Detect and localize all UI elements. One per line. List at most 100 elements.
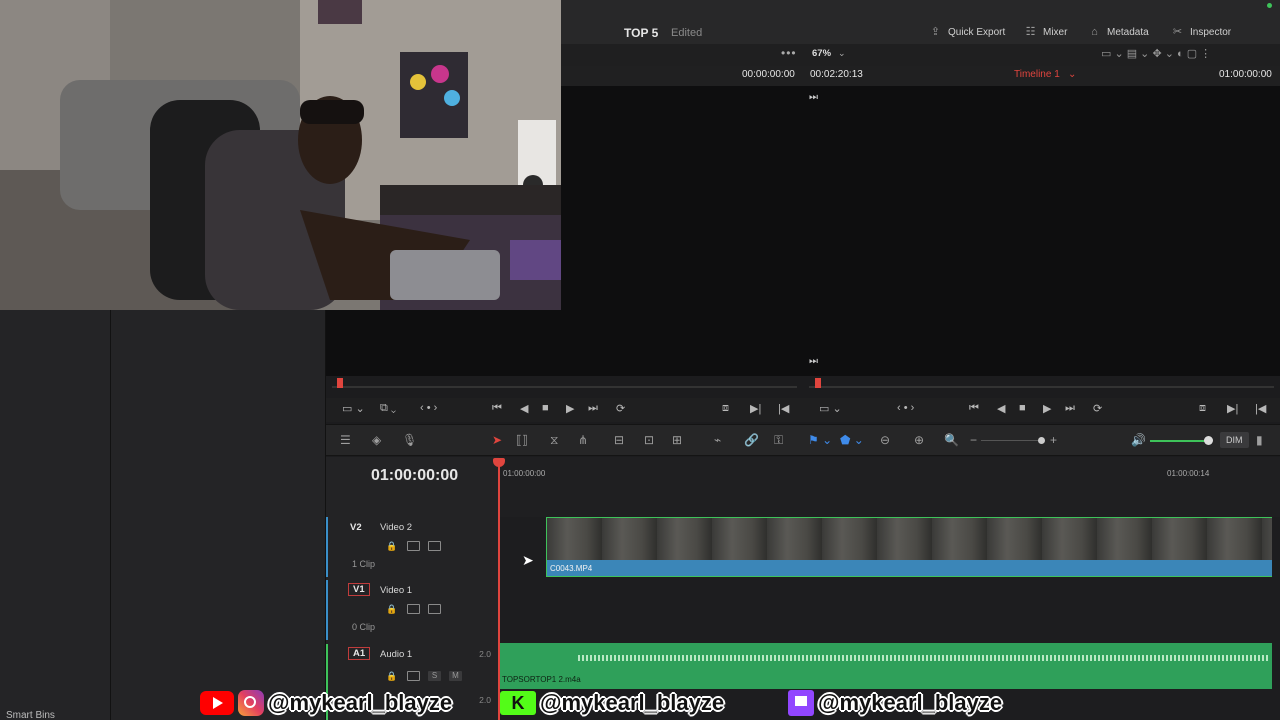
track-id[interactable]: A1 [348, 647, 371, 660]
rewind-icon[interactable]: ⏮ [969, 402, 979, 415]
insert-clip-icon[interactable]: ⊟ [614, 433, 624, 447]
instagram-icon [238, 690, 264, 716]
chevron-down-icon[interactable]: ⌄ [1068, 69, 1076, 80]
stop-icon[interactable]: ■ [1019, 402, 1026, 414]
match-frame-icon[interactable]: ⧉ ⌄ [380, 402, 396, 415]
auto-select-icon[interactable] [407, 671, 420, 681]
stop-icon[interactable]: ■ [542, 402, 549, 414]
audio-clip[interactable]: TOPSORTOP1 2.m4a [500, 643, 1272, 689]
zoom-slider-handle[interactable] [1038, 437, 1045, 444]
fast-forward-icon[interactable]: ⏭ [1065, 402, 1075, 415]
source-scrubber[interactable] [326, 376, 803, 398]
twitch-icon [788, 690, 814, 716]
play-icon[interactable]: ▶ [1043, 402, 1051, 415]
in-point-icon[interactable]: ⧈ [722, 402, 729, 415]
social-handle-text: @mykearl_blayze [268, 690, 453, 715]
viewer-mode-icon[interactable]: ▭ ⌄ [819, 402, 842, 415]
rewind-icon[interactable]: ⏮ [492, 402, 502, 415]
more-options-icon[interactable]: ••• [781, 46, 797, 60]
timeline-playhead[interactable] [498, 462, 500, 720]
track-name[interactable]: Audio 1 [380, 649, 412, 660]
timeline-timecode[interactable]: 01:00:00:00 [371, 467, 458, 485]
jog-icon[interactable]: ‹ • › [897, 402, 914, 414]
skip-to-end-icon[interactable]: ⏭ [809, 356, 818, 367]
scrub-playhead[interactable] [815, 378, 821, 388]
smart-bins-label[interactable]: Smart Bins [6, 710, 55, 720]
prev-edit-icon[interactable]: |◀ [1255, 402, 1266, 415]
blade-tool-icon[interactable]: ⋔ [578, 433, 588, 447]
mixer-button[interactable]: ☷ Mixer [1024, 26, 1068, 39]
zoom-detail-icon[interactable]: ⊕ [914, 433, 924, 447]
disable-track-icon[interactable] [428, 541, 441, 551]
volume-slider-track[interactable] [1150, 440, 1208, 442]
overwrite-clip-icon[interactable]: ⊡ [644, 433, 654, 447]
zoom-custom-icon[interactable]: 🔍 [944, 433, 959, 447]
zoom-out-icon[interactable]: − [970, 433, 977, 447]
lock-icon[interactable]: 🔒 [386, 604, 399, 614]
zoom-full-icon[interactable]: ⊖ [880, 433, 890, 447]
next-edit-icon[interactable]: ▶| [750, 402, 761, 415]
zoom-in-icon[interactable]: + [1050, 433, 1057, 447]
next-edit-icon[interactable]: ▶| [1227, 402, 1238, 415]
track-id[interactable]: V1 [348, 583, 370, 596]
snapping-icon[interactable]: ⌁ [714, 433, 721, 447]
track-header-v2[interactable]: V2 Video 2 🔒 1 Clip [326, 517, 499, 577]
viewer-layout-icon[interactable]: ▭ ⌄ ▤ ⌄ ✥ ⌄ ◐ ▢ ⋮ [1101, 47, 1211, 60]
loop-icon[interactable]: ⟳ [1093, 402, 1102, 415]
media-pool-panel[interactable] [111, 310, 326, 720]
play-icon[interactable]: ▶ [566, 402, 574, 415]
track-controls: 🔒 [386, 541, 441, 551]
timeline-ruler[interactable]: 01:00:00:00 01:00:00:14 [499, 457, 1280, 517]
microphone-icon[interactable]: 🎙 [402, 433, 417, 447]
disable-track-icon[interactable] [428, 604, 441, 614]
viewer-zoom-select[interactable]: 67% [812, 48, 831, 59]
mixer-label: Mixer [1043, 27, 1068, 38]
track-name[interactable]: Video 1 [380, 585, 412, 596]
track-header-v1[interactable]: V1 Video 1 🔒 0 Clip [326, 580, 499, 640]
auto-select-icon[interactable] [407, 604, 420, 614]
clip-name: C0043.MP4 [547, 560, 1272, 576]
skip-to-start-icon[interactable]: ⏭ [809, 92, 818, 103]
lock-icon[interactable]: ⚿ [774, 433, 783, 448]
dynamic-trim-icon[interactable]: ⧖ [550, 433, 558, 448]
timeline-scrubber[interactable] [803, 376, 1280, 398]
ruler-label-start: 01:00:00:00 [503, 469, 546, 478]
source-timecode: 00:00:00:00 [742, 69, 795, 80]
selection-tool-icon[interactable]: ➤ [492, 433, 502, 447]
solo-button[interactable]: S [428, 671, 441, 681]
quick-export-button[interactable]: ⇪ Quick Export [929, 26, 1005, 39]
step-back-icon[interactable]: ◀ [520, 402, 528, 415]
timeline-select[interactable]: Timeline 1 [1014, 69, 1060, 80]
inspector-button[interactable]: ✂ Inspector [1171, 26, 1231, 39]
chevron-down-icon[interactable]: ⌄ [838, 48, 846, 59]
mixer-icon: ☷ [1025, 26, 1036, 38]
track-controls: 🔒 [386, 604, 441, 614]
volume-icon[interactable]: 🔊 [1131, 433, 1146, 447]
viewer-mode-icon[interactable]: ▭ ⌄ [342, 402, 365, 415]
fast-forward-icon[interactable]: ⏭ [588, 402, 598, 415]
track-name[interactable]: Video 2 [380, 522, 412, 533]
jog-icon[interactable]: ‹ • › [420, 402, 437, 414]
metadata-button[interactable]: ⌂ Metadata [1088, 26, 1149, 39]
link-icon[interactable]: 🔗 [744, 433, 759, 447]
flag-icon[interactable]: ⚑ ⌄ [808, 433, 832, 447]
in-point-icon[interactable]: ⧈ [1199, 402, 1206, 415]
zoom-slider-track[interactable] [981, 440, 1041, 441]
mute-button[interactable]: M [449, 671, 462, 681]
track-controls: 🔒 S M [386, 671, 462, 681]
video-clip[interactable]: C0043.MP4 [546, 517, 1272, 577]
step-back-icon[interactable]: ◀ [997, 402, 1005, 415]
replace-clip-icon[interactable]: ⊞ [672, 433, 682, 447]
layout-icon[interactable]: ☰ [340, 433, 351, 447]
trim-tool-icon[interactable]: ⟦⟧ [516, 433, 528, 447]
volume-slider-handle[interactable] [1204, 436, 1213, 445]
auto-select-icon[interactable] [407, 541, 420, 551]
effects-icon[interactable]: ◈ [372, 433, 381, 447]
dim-button[interactable]: DIM [1220, 432, 1249, 448]
marker-icon[interactable]: ⬟ ⌄ [840, 433, 864, 447]
prev-edit-icon[interactable]: |◀ [778, 402, 789, 415]
lock-icon[interactable]: 🔒 [386, 671, 399, 681]
lock-icon[interactable]: 🔒 [386, 541, 399, 551]
scrub-playhead[interactable] [337, 378, 343, 388]
loop-icon[interactable]: ⟳ [616, 402, 625, 415]
